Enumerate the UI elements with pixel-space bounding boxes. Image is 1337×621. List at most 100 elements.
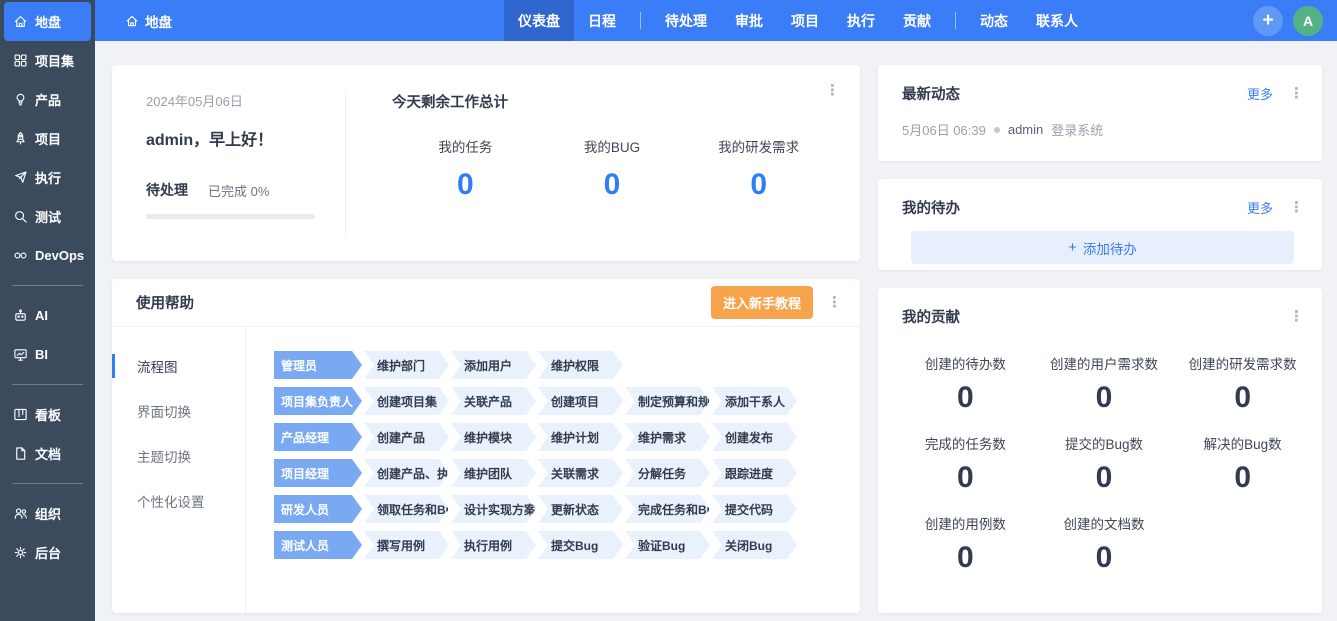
sidebar-item-label: 项目 (35, 129, 61, 148)
stat-value: 0 (392, 168, 539, 202)
tab-contribution[interactable]: 贡献 (889, 0, 945, 41)
stat-label: 解决的Bug数 (1173, 433, 1312, 453)
kebab-menu-icon[interactable]: ⋮ (1285, 198, 1308, 217)
stat-label: 提交的Bug数 (1035, 433, 1174, 453)
flow-step: 维护需求 (625, 423, 710, 451)
create-button[interactable]: + (1253, 6, 1283, 36)
kebab-menu-icon[interactable]: ⋮ (821, 81, 844, 100)
help-tab-ui-switch[interactable]: 界面切换 (112, 392, 245, 430)
kebab-menu-icon[interactable]: ⋮ (823, 293, 846, 312)
top-nav: 仪表盘 日程 待处理 审批 项目 执行 贡献 动态 联系人 (504, 0, 1092, 41)
stat-value: 0 (1173, 461, 1312, 495)
my-contribution-title: 我的贡献 (902, 306, 960, 327)
sidebar-item-doc[interactable]: 文档 (4, 434, 91, 473)
sidebar-item-execution[interactable]: 执行 (4, 158, 91, 197)
sidebar-item-admin[interactable]: 后台 (4, 533, 91, 572)
sidebar-item-org[interactable]: 组织 (4, 494, 91, 533)
my-todo-title: 我的待办 (902, 197, 960, 218)
breadcrumb[interactable]: 地盘 (125, 11, 172, 31)
help-tab-theme-switch[interactable]: 主题切换 (112, 437, 245, 475)
sidebar-item-kanban[interactable]: 看板 (4, 395, 91, 434)
more-link[interactable]: 更多 (1247, 84, 1273, 103)
tab-todo[interactable]: 待处理 (651, 0, 721, 41)
stat-value: 0 (896, 381, 1035, 415)
content: ⋮ 2024年05月06日 admin，早上好！ 待处理 已完成 0% 今天剩余… (95, 41, 1337, 621)
sidebar-item-ai[interactable]: AI (4, 296, 91, 335)
my-todo-header: 我的待办 更多 ⋮ (878, 179, 1322, 218)
sidebar-divider (12, 384, 83, 385)
tutorial-button[interactable]: 进入新手教程 (711, 286, 813, 319)
stat-user-stories-created: 创建的用户需求数 0 (1035, 353, 1174, 415)
tab-contacts[interactable]: 联系人 (1022, 0, 1092, 41)
flow-step: 创建项目集 (364, 387, 449, 415)
tab-project[interactable]: 项目 (777, 0, 833, 41)
kebab-menu-icon[interactable]: ⋮ (1285, 307, 1308, 326)
stat-value: 0 (896, 541, 1035, 575)
welcome-left: 2024年05月06日 admin，早上好！ 待处理 已完成 0% (146, 91, 346, 237)
stat-tasks-finished: 完成的任务数 0 (896, 433, 1035, 495)
stat-label: 我的BUG (539, 136, 686, 156)
flow-step: 关闭Bug (712, 531, 797, 559)
add-todo-button[interactable]: + 添加待办 (911, 231, 1294, 264)
stat-bugs-submitted: 提交的Bug数 0 (1035, 433, 1174, 495)
plus-icon: + (1068, 239, 1077, 256)
left-column: ⋮ 2024年05月06日 admin，早上好！ 待处理 已完成 0% 今天剩余… (112, 65, 860, 613)
flow-step: 维护计划 (538, 423, 623, 451)
flow-step: 维护权限 (538, 351, 623, 379)
welcome-card: ⋮ 2024年05月06日 admin，早上好！ 待处理 已完成 0% 今天剩余… (112, 65, 860, 261)
sidebar-item-devops[interactable]: DevOps (4, 236, 91, 275)
magnifier-icon (12, 209, 28, 225)
flow-step: 创建项目 (538, 387, 623, 415)
flow-role: 管理员 (274, 351, 362, 379)
flow-role: 项目集负责人 (274, 387, 362, 415)
stat-docs-created: 创建的文档数 0 (1035, 513, 1174, 575)
avatar[interactable]: A (1293, 6, 1323, 36)
home-icon (125, 14, 139, 28)
stat-value: 0 (1035, 461, 1174, 495)
more-link[interactable]: 更多 (1247, 198, 1273, 217)
sidebar-item-label: 组织 (35, 504, 61, 523)
document-icon (12, 446, 28, 462)
stat-bugs-resolved: 解决的Bug数 0 (1173, 433, 1312, 495)
flow-step: 完成任务和Bug (625, 495, 710, 523)
tab-dynamic[interactable]: 动态 (966, 0, 1022, 41)
help-tab-personalize[interactable]: 个性化设置 (112, 482, 245, 520)
help-card-title: 使用帮助 (136, 292, 194, 313)
topbar: 地盘 仪表盘 日程 待处理 审批 项目 执行 贡献 动态 联系人 + A (95, 0, 1337, 41)
flow-role: 研发人员 (274, 495, 362, 523)
lightbulb-icon (12, 92, 28, 108)
flow-row-developer: 研发人员 领取任务和Bug 设计实现方案 更新状态 完成任务和Bug 提交代码 (274, 495, 844, 523)
flow-step: 关联产品 (451, 387, 536, 415)
nav-divider (640, 12, 641, 29)
tab-approval[interactable]: 审批 (721, 0, 777, 41)
tab-dashboard[interactable]: 仪表盘 (504, 0, 574, 41)
help-tab-flowchart[interactable]: 流程图 (112, 347, 245, 385)
sidebar-item-project[interactable]: 项目 (4, 119, 91, 158)
sidebar-item-bi[interactable]: BI (4, 335, 91, 374)
tab-calendar[interactable]: 日程 (574, 0, 630, 41)
tab-execution[interactable]: 执行 (833, 0, 889, 41)
flow-step: 分解任务 (625, 459, 710, 487)
stat-value: 0 (1035, 541, 1174, 575)
current-date: 2024年05月06日 (146, 91, 315, 110)
sidebar-item-label: 项目集 (35, 51, 74, 70)
work-summary: 今天剩余工作总计 我的任务 0 我的BUG 0 我的研发需求 0 (346, 91, 832, 237)
right-column: 最新动态 更多 ⋮ 5月06日 06:39 admin 登录系统 我的待办 更多… (878, 65, 1322, 613)
flow-step: 验证Bug (625, 531, 710, 559)
my-todo-card: 我的待办 更多 ⋮ + 添加待办 (878, 179, 1322, 270)
sidebar-item-program[interactable]: 项目集 (4, 41, 91, 80)
kebab-menu-icon[interactable]: ⋮ (1285, 84, 1308, 103)
stat-label: 我的研发需求 (685, 136, 832, 156)
latest-news-card: 最新动态 更多 ⋮ 5月06日 06:39 admin 登录系统 (878, 65, 1322, 161)
sidebar-item-test[interactable]: 测试 (4, 197, 91, 236)
flow-step: 关联需求 (538, 459, 623, 487)
stat-label: 创建的用户需求数 (1035, 353, 1174, 373)
stat-my-tasks: 我的任务 0 (392, 136, 539, 202)
flowchart: 管理员 维护部门 添加用户 维护权限 项目集负责人 创建项目集 关联产品 创建项… (246, 327, 860, 613)
stat-todos-created: 创建的待办数 0 (896, 353, 1035, 415)
sidebar-item-dashboard[interactable]: 地盘 (4, 2, 91, 41)
stat-value: 0 (1035, 381, 1174, 415)
sidebar: 地盘 项目集 产品 项目 执行 测试 DevOps AI BI 看板 文档 (0, 0, 95, 621)
stat-label: 完成的任务数 (896, 433, 1035, 453)
sidebar-item-product[interactable]: 产品 (4, 80, 91, 119)
